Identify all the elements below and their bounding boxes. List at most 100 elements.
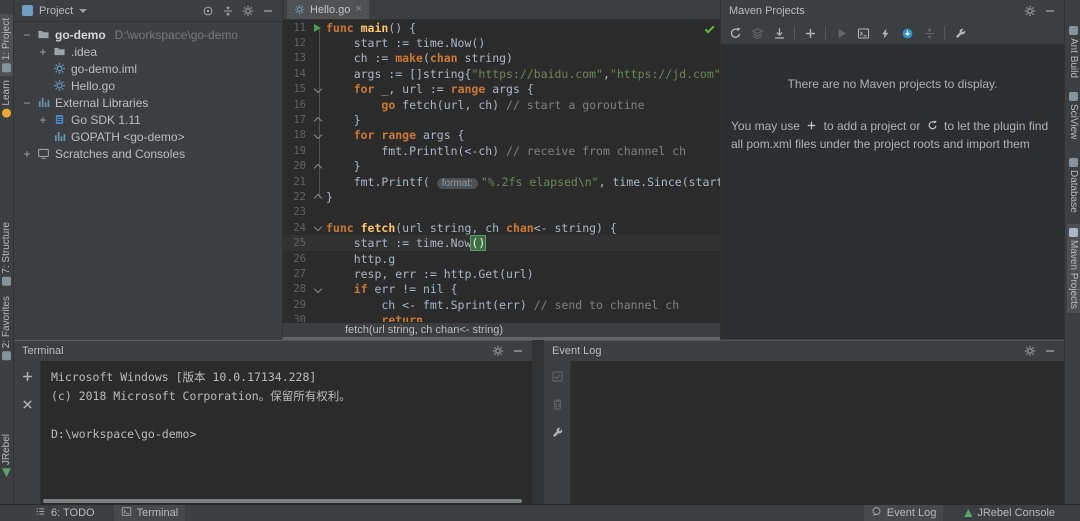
status-widget-event-log[interactable]: Event Log (864, 505, 944, 521)
code-line[interactable]: 11func main() { (283, 20, 720, 35)
tree-item-go-sdk-1-11[interactable]: +Go SDK 1.11 (14, 111, 282, 128)
fold-icon[interactable] (311, 159, 326, 174)
tree-item-hello-go[interactable]: Hello.go (14, 77, 282, 94)
line-number: 19 (283, 145, 311, 157)
maven-add-project-button[interactable] (800, 24, 820, 43)
code-line[interactable]: 14 args := []string{"https://baidu.com",… (283, 66, 720, 81)
token: ch := (326, 51, 395, 65)
code-line[interactable]: 15 for _, url := range args { (283, 82, 720, 97)
terminal-line: (c) 2018 Microsoft Corporation。保留所有权利。 (51, 387, 522, 406)
maven-settings-wrench-icon[interactable] (950, 24, 970, 43)
locate-file-button[interactable] (200, 3, 216, 19)
token: string) (458, 51, 513, 65)
maven-skip-tests-button[interactable] (897, 24, 917, 43)
maven-settings-gear-icon[interactable] (1022, 3, 1038, 19)
close-session-button[interactable] (18, 395, 36, 413)
code-line[interactable]: 12 start := time.Now() (283, 35, 720, 50)
tool-button-sciview[interactable]: SciView (1067, 88, 1080, 143)
maven-generate-sources-button[interactable] (747, 24, 767, 43)
code-line[interactable]: 29 ch <- fmt.Sprint(err) // send to chan… (283, 297, 720, 312)
new-session-button[interactable] (18, 367, 36, 385)
collapse-all-button[interactable] (220, 3, 236, 19)
tree-item-go-demo[interactable]: −go-demoD:\workspace\go-demo (14, 26, 282, 43)
maven-reimport-button[interactable] (725, 24, 745, 43)
project-settings-gear-icon[interactable] (240, 3, 256, 19)
terminal-hide-button[interactable] (510, 343, 526, 359)
terminal-console[interactable]: Microsoft Windows [版本 10.0.17134.228](c)… (40, 361, 532, 505)
tree-item-label: go-demo (55, 28, 106, 42)
tree-item-scratches-and-consoles[interactable]: +Scratches and Consoles (14, 145, 282, 162)
code-line[interactable]: 19 fmt.Println(<-ch) // receive from cha… (283, 143, 720, 158)
code-editor[interactable]: 11func main() {12 start := time.Now()13 … (283, 20, 720, 336)
code-line[interactable]: 25 start := time.Now() (283, 235, 720, 250)
maven-download-sources-button[interactable] (769, 24, 789, 43)
maven-run-build-button[interactable] (831, 24, 851, 43)
code-line[interactable]: 20 } (283, 159, 720, 174)
code-text: ch := make(chan string) (326, 51, 513, 65)
code-line[interactable]: 16 go fetch(url, ch) // start a goroutin… (283, 97, 720, 112)
tool-button-learn[interactable]: Learn (0, 76, 13, 122)
tool-button-7-structure[interactable]: 7: Structure (0, 218, 13, 290)
code-line[interactable]: 27 resp, err := http.Get(url) (283, 266, 720, 281)
status-widget-terminal[interactable]: Terminal (114, 505, 186, 521)
mark-all-read-button[interactable] (548, 367, 566, 385)
log-settings-wrench-icon[interactable] (548, 423, 566, 441)
tool-button-ant-build[interactable]: Ant Build (1067, 22, 1080, 82)
tree-expander-icon[interactable]: − (22, 28, 32, 42)
event-log-settings-gear-icon[interactable] (1022, 343, 1038, 359)
tree-item-gopath-go-demo[interactable]: GOPATH <go-demo> (14, 128, 282, 145)
status-widget-jrebel-console[interactable]: JRebel Console (957, 505, 1062, 521)
token: http.g (326, 252, 395, 266)
line-number: 22 (283, 191, 311, 203)
tab-hello-go[interactable]: Hello.go × (287, 0, 369, 19)
maven-execute-goal-button[interactable] (853, 24, 873, 43)
fold-icon[interactable] (311, 128, 326, 143)
clear-log-button[interactable] (548, 395, 566, 413)
fold-icon[interactable] (311, 220, 326, 235)
code-line[interactable]: 26 http.g (283, 251, 720, 266)
terminal-panel-header: Terminal (14, 341, 532, 361)
tree-expander-icon[interactable]: + (22, 147, 32, 161)
tool-button-jrebel[interactable]: JRebel (0, 430, 13, 481)
event-log-console[interactable] (570, 361, 1064, 505)
code-text: fmt.Println(<-ch) // receive from channe… (326, 144, 686, 158)
project-hide-button[interactable] (260, 3, 276, 19)
fold-icon[interactable] (311, 82, 326, 97)
tree-expander-icon[interactable]: + (38, 45, 48, 59)
terminal-settings-gear-icon[interactable] (490, 343, 506, 359)
tree-expander-icon[interactable]: + (38, 113, 48, 127)
tree-item-idea[interactable]: +.idea (14, 43, 282, 60)
status-bar-right: Event Log JRebel Console (864, 505, 1062, 521)
status-widget-6-todo[interactable]: 6: TODO (28, 505, 102, 521)
tool-button-maven-projects[interactable]: Maven Projects (1067, 224, 1080, 313)
tool-button-2-favorites[interactable]: 2: Favorites (0, 292, 13, 364)
tab-label: Hello.go (310, 4, 350, 16)
token: if (354, 282, 368, 296)
tree-expander-icon[interactable]: − (22, 96, 32, 110)
code-line[interactable]: 24func fetch(url string, ch chan<- strin… (283, 220, 720, 235)
tool-button-1-project[interactable]: 1: Project (0, 14, 13, 76)
code-line[interactable]: 21 fmt.Printf( format:"%.2fs elapsed\n",… (283, 174, 720, 189)
tab-close-icon[interactable]: × (355, 4, 361, 15)
maven-hide-button[interactable] (1042, 3, 1058, 19)
code-line[interactable]: 17 } (283, 112, 720, 127)
fold-icon[interactable] (311, 112, 326, 127)
fold-icon[interactable] (311, 282, 326, 297)
maven-collapse-all-button[interactable] (919, 24, 939, 43)
event-log-hide-button[interactable] (1042, 343, 1058, 359)
line-number: 26 (283, 253, 311, 265)
terminal-hscrollbar[interactable] (43, 499, 522, 503)
code-line[interactable]: 22} (283, 189, 720, 204)
code-line[interactable]: 13 ch := make(chan string) (283, 51, 720, 66)
tree-item-go-demo-iml[interactable]: go-demo.iml (14, 60, 282, 77)
run-main-icon[interactable] (314, 24, 321, 32)
tree-item-external-libraries[interactable]: −External Libraries (14, 94, 282, 111)
fold-icon[interactable] (311, 189, 326, 204)
code-line[interactable]: 18 for range args { (283, 128, 720, 143)
code-line[interactable]: 23 (283, 205, 720, 220)
project-dropdown-icon[interactable] (79, 9, 87, 13)
gutter-cell[interactable] (311, 20, 326, 35)
maven-toggle-offline-button[interactable] (875, 24, 895, 43)
tool-button-database[interactable]: Database (1067, 154, 1080, 217)
code-line[interactable]: 28 if err != nil { (283, 282, 720, 297)
